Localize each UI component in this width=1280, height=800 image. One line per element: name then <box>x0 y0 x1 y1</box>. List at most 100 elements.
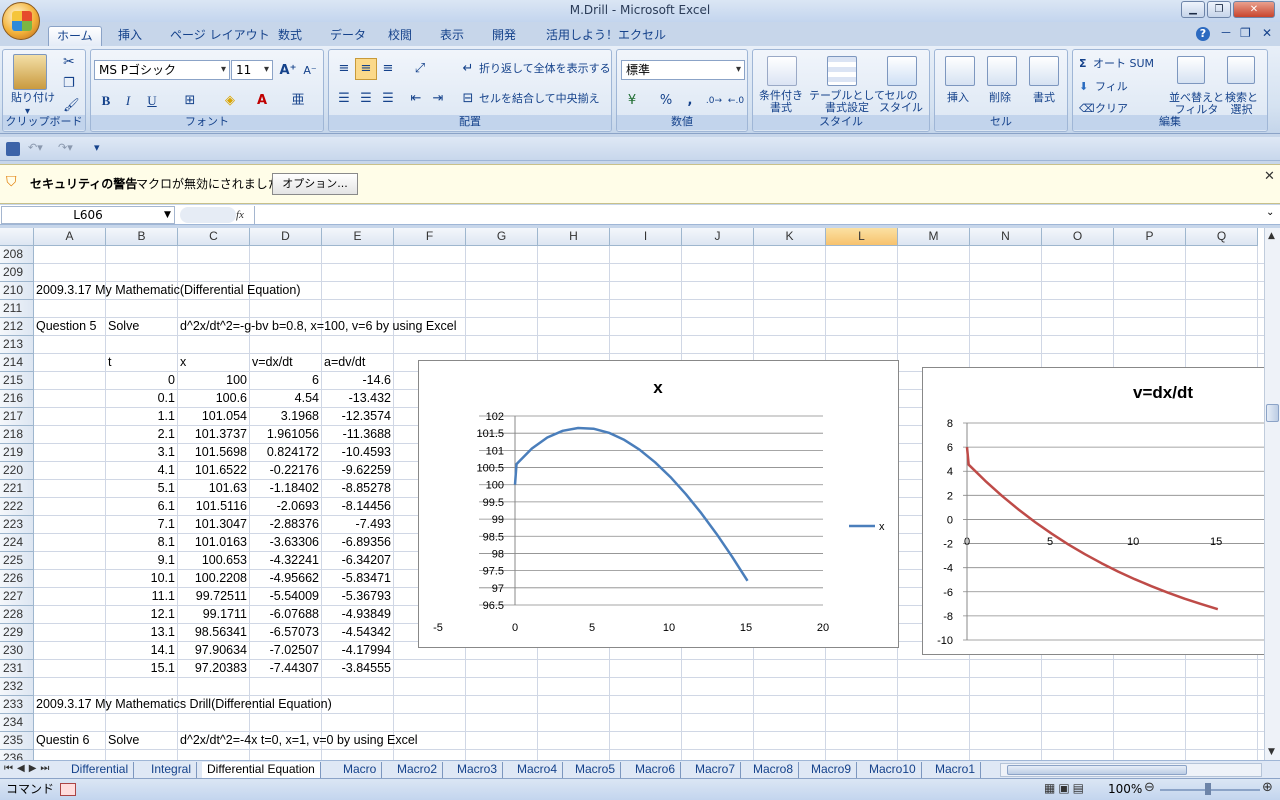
cell-styles-icon[interactable] <box>887 56 917 86</box>
sort-filter-button[interactable]: 並べ替えと フィルタ <box>1169 92 1224 116</box>
cut-icon[interactable]: ✂ <box>63 55 75 69</box>
cell-b221[interactable]: 5.1 <box>107 480 178 498</box>
cell-e229[interactable]: -4.54342 <box>323 624 394 642</box>
column-header-d[interactable]: D <box>250 228 322 246</box>
sheet-tab-differential-equation[interactable]: Differential Equation <box>202 762 321 778</box>
cell-e230[interactable]: -4.17994 <box>323 642 394 660</box>
tab-formulas[interactable]: 数式 <box>270 26 310 46</box>
align-center-icon[interactable]: ☰ <box>355 88 377 110</box>
cell-e228[interactable]: -4.93849 <box>323 606 394 624</box>
cell-d214[interactable]: v=dx/dt <box>251 354 293 372</box>
sheet-tab-macro1[interactable]: Macro1 <box>930 762 982 778</box>
cell-c228[interactable]: 99.1711 <box>179 606 250 624</box>
format-painter-icon[interactable]: 🖌 <box>63 99 80 112</box>
ribbon-close-button[interactable]: ✕ <box>1262 27 1272 39</box>
column-header-i[interactable]: I <box>610 228 682 246</box>
security-options-button[interactable]: オプション... <box>272 173 358 195</box>
cell-e219[interactable]: -10.4593 <box>323 444 394 462</box>
column-header-l[interactable]: L <box>826 228 898 246</box>
tab-data[interactable]: データ <box>322 26 374 46</box>
cell-c214[interactable]: x <box>179 354 186 372</box>
cell-c226[interactable]: 100.2208 <box>179 570 250 588</box>
cell-b218[interactable]: 2.1 <box>107 426 178 444</box>
delete-cells-button[interactable]: 削除 <box>989 92 1011 104</box>
cell-b229[interactable]: 13.1 <box>107 624 178 642</box>
cell-b224[interactable]: 8.1 <box>107 534 178 552</box>
column-header-p[interactable]: P <box>1114 228 1186 246</box>
percent-button[interactable]: % <box>655 90 677 112</box>
cell-b212[interactable]: Solve <box>107 318 139 336</box>
underline-button[interactable]: U <box>141 90 163 112</box>
cell-e223[interactable]: -7.493 <box>323 516 394 534</box>
cell-e221[interactable]: -8.85278 <box>323 480 394 498</box>
sheet-tab-macro7[interactable]: Macro7 <box>690 762 742 778</box>
cell-b216[interactable]: 0.1 <box>107 390 178 408</box>
cell-d227[interactable]: -5.54009 <box>251 588 322 606</box>
wrap-text-icon[interactable]: ↵ <box>457 58 479 80</box>
cell-d223[interactable]: -2.88376 <box>251 516 322 534</box>
column-header-m[interactable]: M <box>898 228 970 246</box>
formula-input[interactable] <box>254 206 1264 224</box>
row-header[interactable]: 211 <box>0 300 34 318</box>
name-box-dropdown-icon[interactable]: ▼ <box>164 209 171 221</box>
sheet-tab-differential[interactable]: Differential <box>66 762 135 778</box>
row-header[interactable]: 212 <box>0 318 34 336</box>
row-header[interactable]: 220 <box>0 462 34 480</box>
cell-b226[interactable]: 10.1 <box>107 570 178 588</box>
column-header-a[interactable]: A <box>34 228 106 246</box>
expand-formula-icon[interactable]: ⌄ <box>1266 207 1274 219</box>
cell-d221[interactable]: -1.18402 <box>251 480 322 498</box>
column-header-q[interactable]: Q <box>1186 228 1258 246</box>
cell-d218[interactable]: 1.961056 <box>251 426 322 444</box>
sheet-tab-macro4[interactable]: Macro4 <box>512 762 564 778</box>
row-header[interactable]: 221 <box>0 480 34 498</box>
row-header[interactable]: 228 <box>0 606 34 624</box>
close-button[interactable]: ✕ <box>1233 1 1275 18</box>
row-header[interactable]: 226 <box>0 570 34 588</box>
sheet-tab-macro3[interactable]: Macro3 <box>452 762 504 778</box>
cell-b223[interactable]: 7.1 <box>107 516 178 534</box>
cell-e214[interactable]: a=dv/dt <box>323 354 365 372</box>
autosum-icon[interactable]: Σ <box>1079 58 1087 70</box>
italic-button[interactable]: I <box>117 90 139 112</box>
row-header[interactable]: 234 <box>0 714 34 732</box>
sheet-tab-macro6[interactable]: Macro6 <box>630 762 682 778</box>
cell-c216[interactable]: 100.6 <box>179 390 250 408</box>
row-header[interactable]: 225 <box>0 552 34 570</box>
row-header[interactable]: 213 <box>0 336 34 354</box>
cell-e216[interactable]: -13.432 <box>323 390 394 408</box>
tab-view[interactable]: 表示 <box>432 26 472 46</box>
row-header[interactable]: 233 <box>0 696 34 714</box>
cell-e215[interactable]: -14.6 <box>323 372 394 390</box>
tab-katsuyou[interactable]: 活用しよう！エクセル <box>538 26 674 46</box>
qat-customize-icon[interactable]: ▾ <box>94 142 100 154</box>
cell-c227[interactable]: 99.72511 <box>179 588 250 606</box>
minimize-button[interactable]: ▁ <box>1181 1 1205 18</box>
bold-button[interactable]: B <box>95 90 117 112</box>
cell-d225[interactable]: -4.32241 <box>251 552 322 570</box>
align-middle-icon[interactable]: ≡ <box>355 58 377 80</box>
row-header[interactable]: 216 <box>0 390 34 408</box>
security-close-icon[interactable]: ✕ <box>1264 170 1275 183</box>
increase-indent-icon[interactable]: ⇥ <box>427 88 449 110</box>
row-header[interactable]: 223 <box>0 516 34 534</box>
cell-b231[interactable]: 15.1 <box>107 660 178 678</box>
cell-c215[interactable]: 100 <box>179 372 250 390</box>
vertical-scrollbar[interactable]: ▲ ▼ <box>1264 228 1280 760</box>
row-header[interactable]: 235 <box>0 732 34 750</box>
paste-button[interactable]: 貼り付け <box>11 92 55 104</box>
cell-c217[interactable]: 101.054 <box>179 408 250 426</box>
tab-insert[interactable]: 挿入 <box>110 26 150 46</box>
tab-developer[interactable]: 開発 <box>484 26 524 46</box>
cell-c219[interactable]: 101.5698 <box>179 444 250 462</box>
row-header[interactable]: 210 <box>0 282 34 300</box>
scroll-up-icon[interactable]: ▲ <box>1268 230 1275 242</box>
zoom-out-icon[interactable]: ⊖ <box>1144 781 1155 794</box>
clear-icon[interactable]: ⌫ <box>1079 103 1095 115</box>
fill-icon[interactable]: ⬇ <box>1079 81 1088 93</box>
cell-e231[interactable]: -3.84555 <box>323 660 394 678</box>
cell-d217[interactable]: 3.1968 <box>251 408 322 426</box>
find-select-icon[interactable] <box>1227 56 1255 84</box>
format-as-table-button[interactable]: テーブルとして 書式設定 <box>809 90 885 114</box>
sheet-tab-macro9[interactable]: Macro9 <box>806 762 858 778</box>
